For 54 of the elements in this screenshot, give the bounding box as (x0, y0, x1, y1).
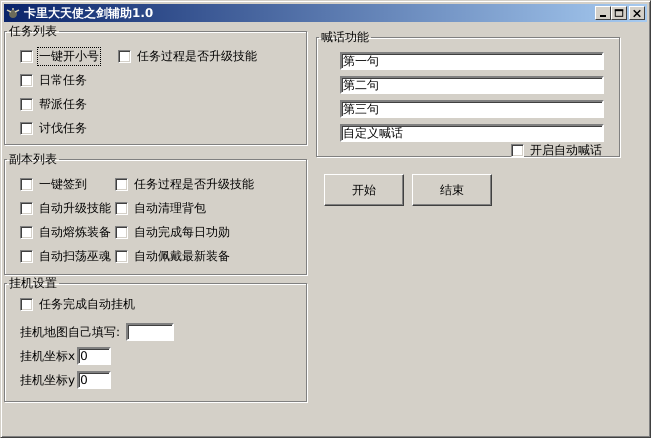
checkbox[interactable] (20, 202, 33, 214)
checkbox-label[interactable]: 自动熔炼装备 (37, 222, 113, 242)
checkbox[interactable] (115, 226, 128, 238)
minimize-button[interactable] (595, 6, 611, 20)
checkbox[interactable] (20, 298, 33, 310)
input-field[interactable]: 第三句 (340, 100, 604, 118)
checkbox-label[interactable]: 自动清理背包 (132, 198, 208, 218)
input-field[interactable] (126, 323, 174, 341)
checkbox[interactable] (115, 202, 128, 214)
field-label: 挂机坐标x (20, 348, 76, 364)
input-field[interactable]: 自定义喊话 (340, 124, 604, 142)
checkbox[interactable] (118, 50, 131, 62)
stop-button[interactable]: 结束 (412, 174, 492, 206)
checkbox[interactable] (20, 250, 33, 262)
checkbox[interactable] (115, 178, 128, 190)
close-button[interactable] (629, 6, 645, 20)
input-field[interactable]: 第二句 (340, 76, 604, 94)
checkbox[interactable] (20, 178, 33, 190)
checkbox[interactable] (20, 122, 33, 134)
checkbox-label[interactable]: 日常任务 (37, 70, 89, 90)
app-icon (6, 6, 20, 20)
close-icon (630, 6, 644, 20)
checkbox[interactable] (20, 74, 33, 86)
group-title: 任务列表 (8, 23, 58, 40)
checkbox[interactable] (20, 50, 33, 62)
checkbox-label[interactable]: 自动完成每日功勋 (132, 222, 232, 242)
checkbox-label[interactable]: 一键签到 (37, 174, 89, 194)
checkbox-label[interactable]: 任务过程是否升级技能 (132, 174, 256, 194)
group-title: 喊话功能 (320, 29, 370, 46)
checkbox-label[interactable]: 自动扫荡巫魂 (37, 246, 113, 266)
maximize-button[interactable] (611, 6, 627, 20)
input-field[interactable]: 0 (77, 371, 112, 389)
group-title: 副本列表 (8, 151, 58, 168)
checkbox[interactable] (20, 98, 33, 110)
checkbox-label[interactable]: 开启自动喊话 (528, 140, 604, 160)
checkbox-label[interactable]: 讨伐任务 (37, 118, 89, 138)
checkbox-label[interactable]: 任务完成自动挂机 (37, 294, 137, 314)
window-title: 卡里大天使之剑辅助1.0 (24, 4, 154, 22)
group-title: 挂机设置 (8, 275, 58, 292)
checkbox-label[interactable]: 帮派任务 (37, 94, 89, 114)
input-field[interactable]: 第一句 (340, 52, 604, 70)
field-label: 挂机坐标y (20, 372, 76, 388)
input-field[interactable]: 0 (77, 347, 112, 365)
checkbox-label[interactable]: 自动升级技能 (37, 198, 113, 218)
checkbox-label[interactable]: 一键开小号 (37, 46, 101, 66)
minimize-icon (600, 15, 606, 17)
checkbox[interactable] (511, 144, 524, 156)
field-label: 挂机地图自己填写: (20, 324, 120, 340)
maximize-icon (612, 6, 626, 20)
checkbox[interactable] (115, 250, 128, 262)
checkbox[interactable] (20, 226, 33, 238)
start-button[interactable]: 开始 (324, 174, 404, 206)
checkbox-label[interactable]: 自动佩戴最新装备 (132, 246, 232, 266)
checkbox-label[interactable]: 任务过程是否升级技能 (135, 46, 259, 66)
